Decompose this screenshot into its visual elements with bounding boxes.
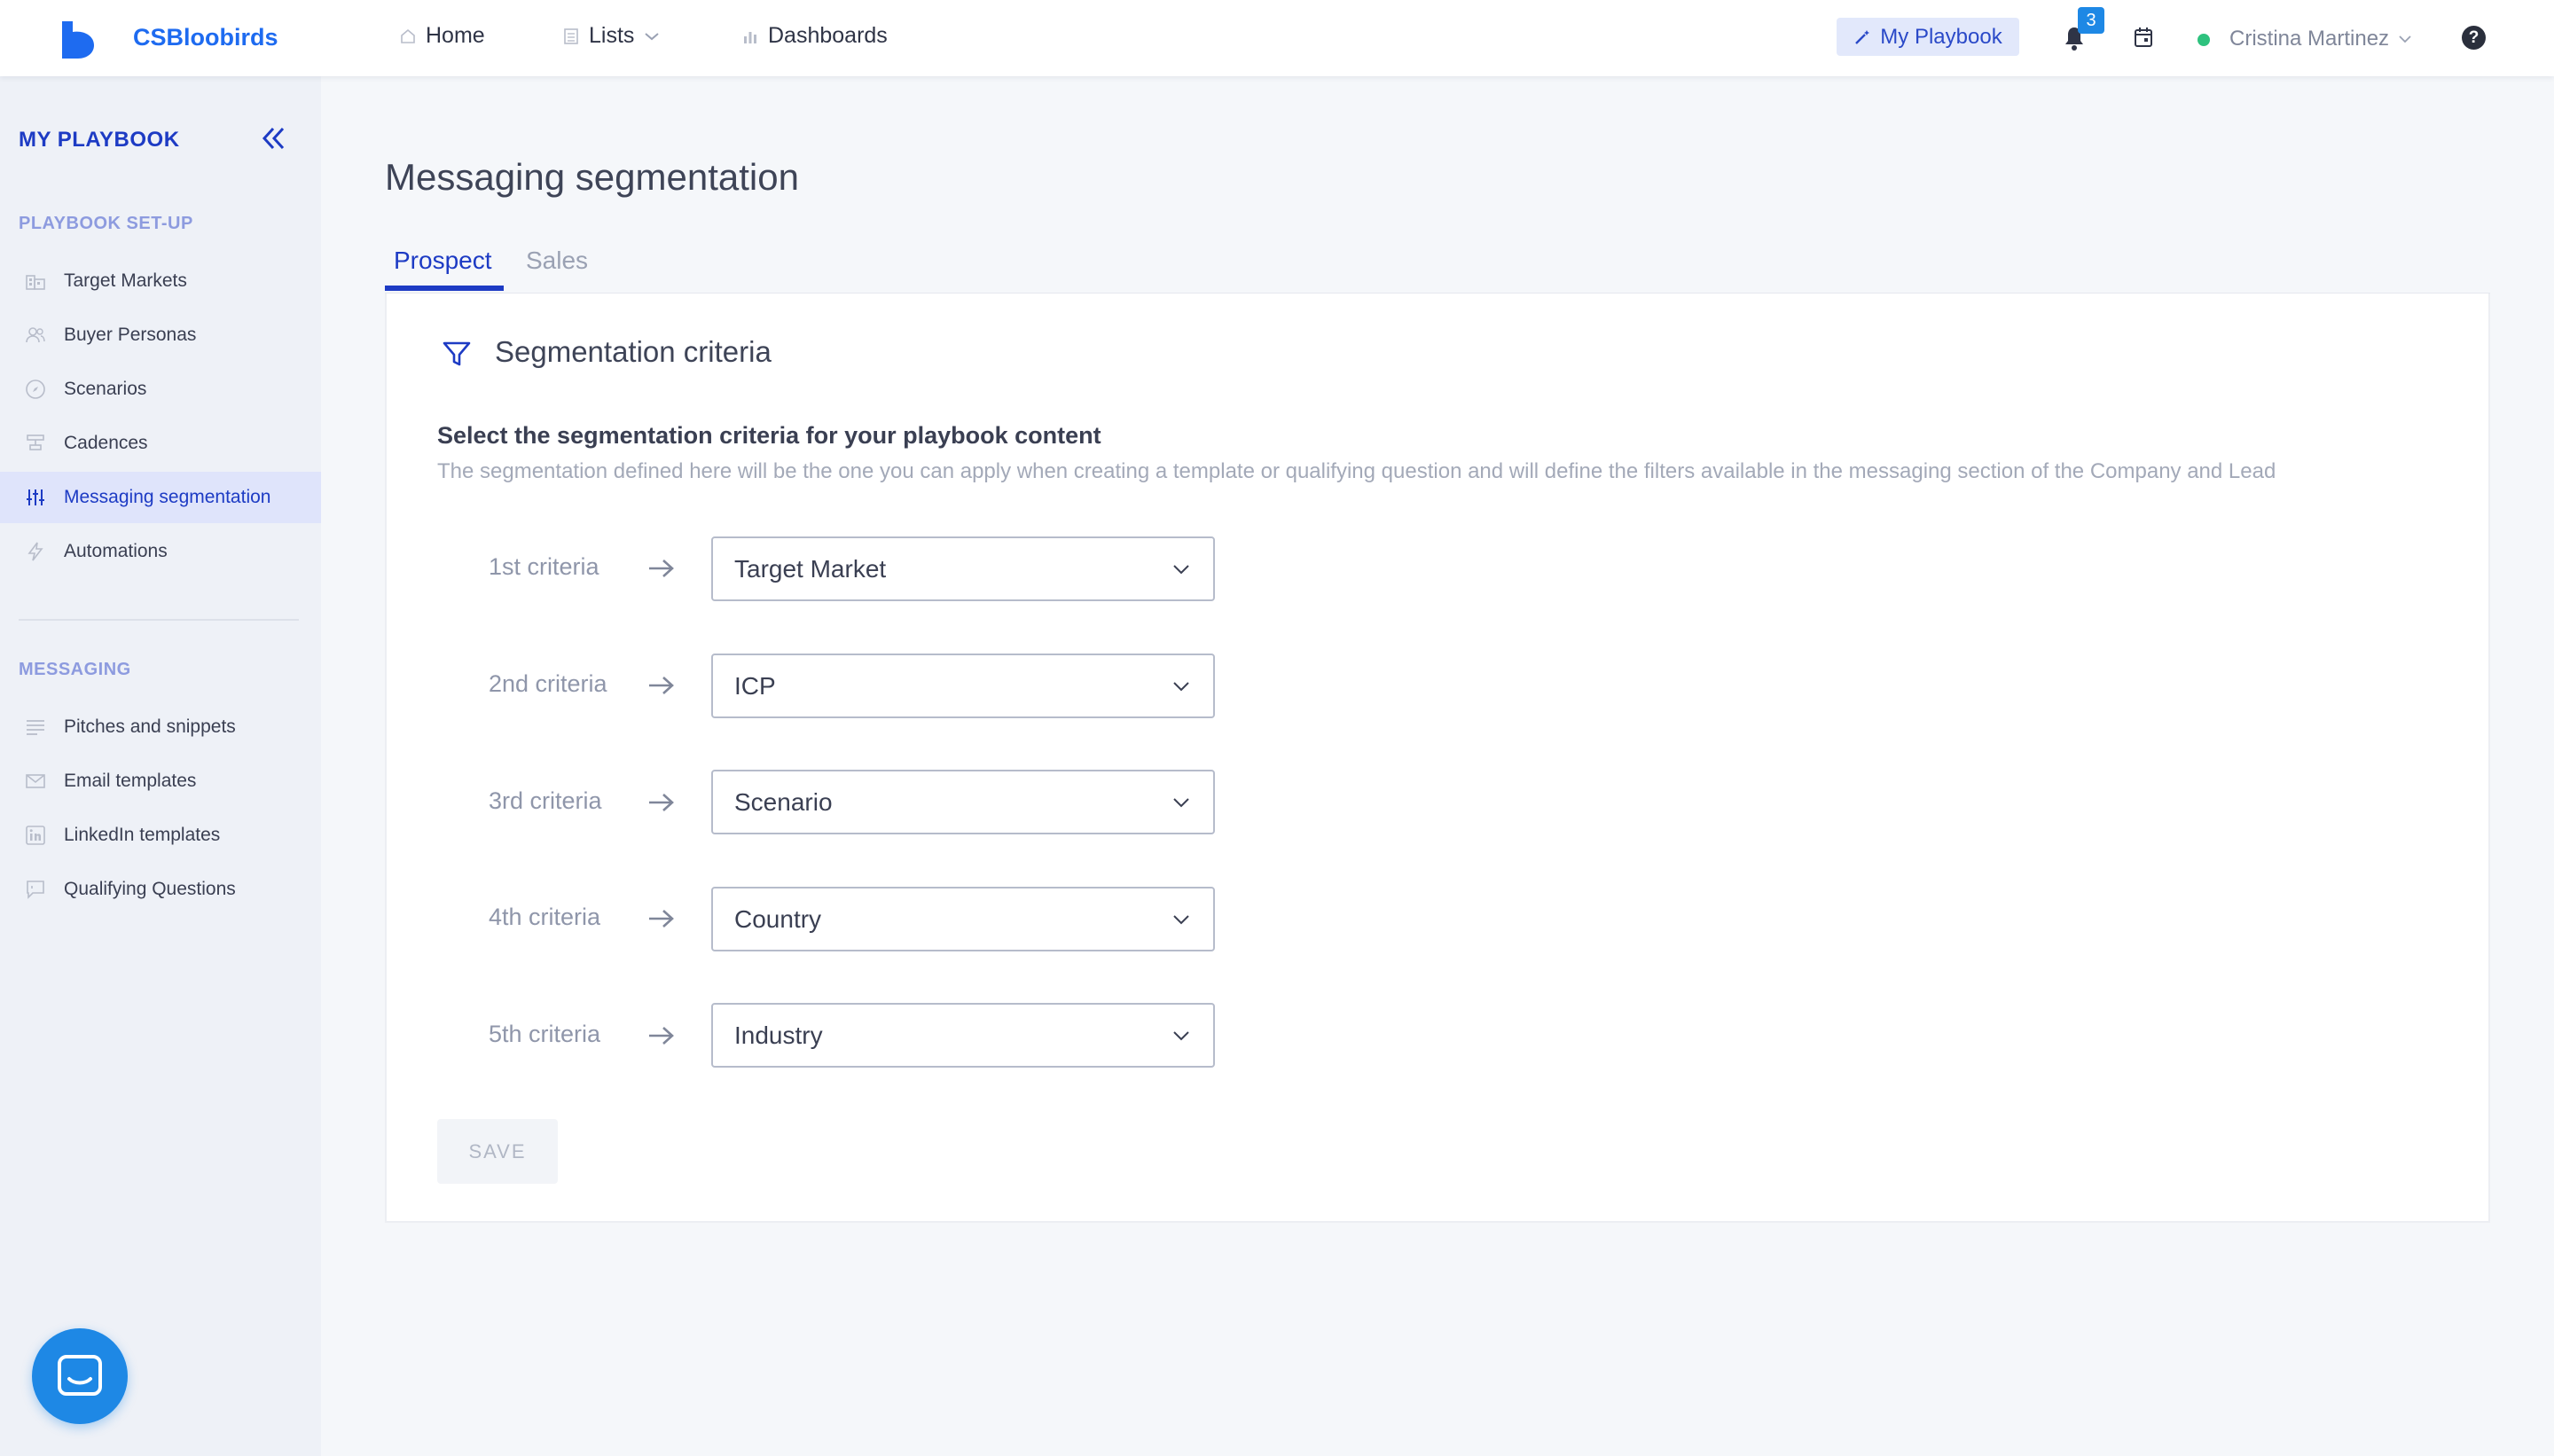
arrow-right-icon xyxy=(649,794,674,811)
sidebar-divider xyxy=(19,619,299,621)
criteria-label-4: 4th criteria xyxy=(489,904,601,930)
my-playbook-label: My Playbook xyxy=(1880,24,2002,49)
support-chat-button[interactable] xyxy=(32,1328,128,1424)
sidebar-item-target-markets[interactable]: Target Markets xyxy=(0,255,321,307)
linkedin-icon xyxy=(26,826,45,845)
arrow-right-icon xyxy=(649,560,674,577)
sidebar-item-messaging-segmentation[interactable]: Messaging segmentation xyxy=(0,472,321,523)
sidebar-item-label: Qualifying Questions xyxy=(64,879,236,899)
sidebar-item-email-templates[interactable]: Email templates xyxy=(0,755,321,807)
save-button[interactable]: SAVE xyxy=(437,1119,558,1184)
criteria-select-value: ICP xyxy=(734,671,776,700)
cadence-icon xyxy=(27,434,44,450)
nav-lists-label: Lists xyxy=(589,23,635,48)
chevron-down-icon xyxy=(2399,35,2411,43)
criteria-select-1[interactable]: Target Market xyxy=(711,536,1215,601)
sidebar-item-label: Scenarios xyxy=(64,379,147,399)
page-title: Messaging segmentation xyxy=(385,156,799,198)
arrow-right-icon xyxy=(649,910,674,928)
criteria-select-3[interactable]: Scenario xyxy=(711,770,1215,834)
chevron-down-icon xyxy=(1173,915,1189,925)
compass-icon xyxy=(26,380,45,399)
nav-home[interactable]: Home xyxy=(399,23,485,49)
people-icon xyxy=(26,327,45,343)
magic-wand-icon xyxy=(1855,29,1870,44)
arrow-right-icon xyxy=(649,677,674,694)
chevron-down-icon xyxy=(1173,1031,1189,1041)
sliders-icon xyxy=(27,489,44,505)
sidebar-item-automations[interactable]: Automations xyxy=(0,526,321,577)
criteria-label-1: 1st criteria xyxy=(489,553,599,580)
chat-icon xyxy=(27,881,44,899)
sidebar-item-scenarios[interactable]: Scenarios xyxy=(0,364,321,415)
criteria-label-5: 5th criteria xyxy=(489,1021,601,1047)
online-status-dot xyxy=(2198,34,2210,46)
sidebar-item-cadences[interactable]: Cadences xyxy=(0,418,321,469)
nav-dashboards[interactable]: Dashboards xyxy=(741,23,888,49)
top-navigation-bar: CSBloobirds Home Lists Dashboards My Pla… xyxy=(0,0,2554,76)
mail-icon xyxy=(26,774,45,788)
notification-badge: 3 xyxy=(2078,7,2104,34)
home-icon xyxy=(401,28,415,43)
user-name-label: Cristina Martinez xyxy=(2229,27,2390,51)
sidebar-item-label: Automations xyxy=(64,541,168,561)
segmentation-heading: Select the segmentation criteria for you… xyxy=(437,422,1101,449)
bolt-icon xyxy=(27,542,43,561)
criteria-select-value: Target Market xyxy=(734,554,887,583)
segmentation-description: The segmentation defined here will be th… xyxy=(437,459,2276,483)
sidebar-item-pitches-and-snippets[interactable]: Pitches and snippets xyxy=(0,701,321,753)
criteria-select-value: Country xyxy=(734,904,822,933)
arrow-right-icon xyxy=(649,1027,674,1045)
my-playbook-button[interactable]: My Playbook xyxy=(1837,18,2019,56)
calendar-icon[interactable] xyxy=(2134,27,2153,48)
tab-sales[interactable]: Sales xyxy=(526,247,588,275)
criteria-select-4[interactable]: Country xyxy=(711,887,1215,951)
sidebar-title: MY PLAYBOOK xyxy=(19,128,180,152)
tab-prospect[interactable]: Prospect xyxy=(394,247,492,275)
sidebar-item-label: Buyer Personas xyxy=(64,325,197,345)
collapse-double-chevron-icon[interactable] xyxy=(261,125,287,152)
criteria-label-2: 2nd criteria xyxy=(489,670,607,697)
bar-chart-icon xyxy=(744,31,756,43)
sidebar: MY PLAYBOOK PLAYBOOK SET-UP Target Marke… xyxy=(0,76,321,1456)
brand-name[interactable]: CSBloobirds xyxy=(133,24,278,51)
sidebar-item-label: Messaging segmentation xyxy=(64,487,271,507)
list-icon xyxy=(564,27,578,44)
sidebar-item-label: Cadences xyxy=(64,433,148,453)
sidebar-item-linkedin-templates[interactable]: LinkedIn templates xyxy=(0,810,321,861)
criteria-select-2[interactable]: ICP xyxy=(711,654,1215,718)
sidebar-item-label: LinkedIn templates xyxy=(64,825,221,845)
chevron-down-icon xyxy=(1173,798,1189,808)
sidebar-item-qualifying-questions[interactable]: Qualifying Questions xyxy=(0,864,321,915)
sidebar-item-label: Pitches and snippets xyxy=(64,716,236,737)
building-icon xyxy=(26,275,45,290)
nav-home-label: Home xyxy=(426,23,485,48)
card-title: Segmentation criteria xyxy=(495,335,772,368)
sidebar-section-playbook-setup: PLAYBOOK SET-UP xyxy=(19,214,193,233)
help-icon[interactable]: ? xyxy=(2462,26,2486,50)
user-menu[interactable]: Cristina Martinez xyxy=(2229,27,2412,51)
criteria-label-3: 3rd criteria xyxy=(489,787,602,814)
nav-dashboards-label: Dashboards xyxy=(768,23,888,48)
chat-widget-icon xyxy=(58,1355,102,1396)
sidebar-item-label: Target Markets xyxy=(64,270,187,291)
active-tab-indicator xyxy=(385,286,504,291)
chevron-down-icon xyxy=(1173,565,1189,575)
bloobirds-logo-icon[interactable] xyxy=(60,20,96,59)
sidebar-section-messaging: MESSAGING xyxy=(19,660,131,679)
sidebar-item-buyer-personas[interactable]: Buyer Personas xyxy=(0,309,321,361)
chevron-down-icon xyxy=(645,32,660,40)
criteria-select-value: Scenario xyxy=(734,787,833,816)
sidebar-item-label: Email templates xyxy=(64,771,197,791)
filter-icon xyxy=(443,341,471,366)
nav-lists[interactable]: Lists xyxy=(562,23,661,49)
criteria-select-5[interactable]: Industry xyxy=(711,1003,1215,1068)
chevron-down-icon xyxy=(1173,682,1189,692)
criteria-select-value: Industry xyxy=(734,1021,823,1049)
lines-icon xyxy=(27,720,44,735)
